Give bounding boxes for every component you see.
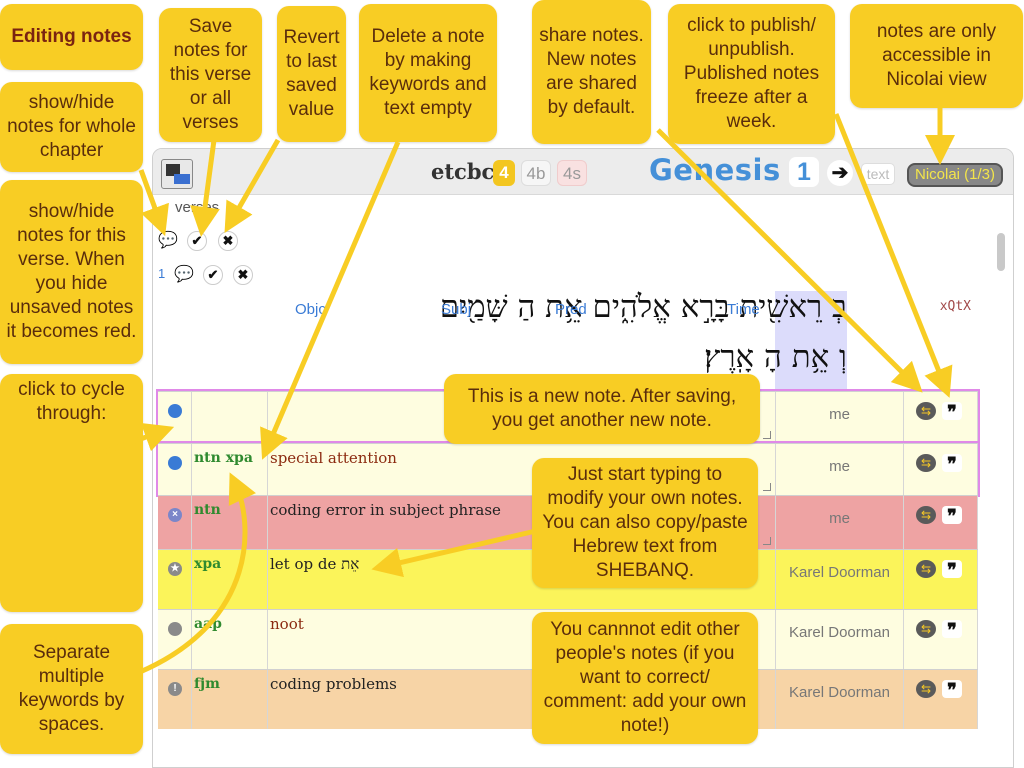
callout-save: Save notes for this verse or all verses: [159, 8, 262, 142]
status-note-icon[interactable]: ★: [168, 562, 182, 576]
callout-start-typing: Just start typing to modify your own not…: [532, 458, 758, 588]
note-keywords[interactable]: ntn: [192, 496, 268, 549]
callout-share: share notes. New notes are shared by def…: [532, 0, 651, 144]
note-status-cell: !: [158, 670, 192, 729]
cat-time: Time: [727, 301, 760, 318]
note-actions: ⇆ ❞: [904, 444, 978, 495]
note-keywords: xpa: [192, 550, 268, 609]
note-user: Karel Doorman: [776, 610, 904, 669]
note-actions: ⇆ ❞: [904, 496, 978, 549]
note-status-cell: [158, 610, 192, 669]
publish-quote-icon[interactable]: ❞: [942, 402, 962, 423]
note-keywords: fjm: [192, 670, 268, 729]
note-text-value: let op de אֵת: [270, 555, 360, 573]
revert-all-button[interactable]: ✖: [218, 231, 238, 251]
scrollbar-thumb[interactable]: [997, 233, 1005, 271]
next-chapter-arrow-icon[interactable]: ➔: [827, 160, 853, 186]
app-logo[interactable]: [161, 159, 193, 189]
app-header: etcbc 4 4b 4s Genesis 1 ➔ text Nicolai (…: [153, 149, 1013, 195]
resize-grip-icon[interactable]: [763, 483, 771, 491]
publish-quote-icon[interactable]: ❞: [942, 620, 962, 641]
chapter-number[interactable]: 1: [789, 157, 819, 187]
publish-quote-icon[interactable]: ❞: [942, 560, 962, 581]
publish-quote-icon[interactable]: ❞: [942, 454, 962, 475]
version-4b-button[interactable]: 4b: [521, 160, 551, 186]
share-icon[interactable]: ⇆: [916, 506, 936, 524]
book-title[interactable]: Genesis: [649, 153, 781, 187]
callout-delete: Delete a note by making keywords and tex…: [359, 4, 497, 142]
callout-title: Editing notes: [0, 4, 143, 70]
note-keywords[interactable]: [192, 392, 268, 443]
callout-nicolai-only: notes are only accessible in Nicolai vie…: [850, 4, 1023, 108]
note-user: me: [776, 392, 904, 443]
verses-label: verses: [175, 199, 220, 216]
nicolai-view-button[interactable]: Nicolai (1/3): [907, 163, 1003, 187]
note-keywords: aap: [192, 610, 268, 669]
status-warning-icon[interactable]: !: [168, 682, 182, 696]
revert-verse-button[interactable]: ✖: [233, 265, 253, 285]
share-icon[interactable]: ⇆: [916, 620, 936, 638]
status-normal-icon[interactable]: [168, 404, 182, 418]
hebrew-verse-line2: וְ אֵ֥ת הָ אָֽרֶץ׃: [704, 339, 847, 375]
resize-grip-icon[interactable]: [763, 431, 771, 439]
verse-notes-toggle-icon[interactable]: 💬: [173, 265, 194, 285]
callout-new-note: This is a new note. After saving, you ge…: [444, 374, 760, 444]
callout-revert: Revert to last saved value: [277, 6, 346, 142]
note-text-value: noot: [270, 615, 304, 633]
callout-verse-toggle: show/hide notes for this verse. When you…: [0, 180, 143, 364]
callout-publish: click to publish/ unpublish. Published n…: [668, 4, 835, 144]
callout-separate-keywords: Separate multiple keywords by spaces.: [0, 624, 143, 754]
note-user: me: [776, 496, 904, 549]
version-4s-button[interactable]: 4s: [557, 160, 587, 186]
note-user: me: [776, 444, 904, 495]
note-user: Karel Doorman: [776, 670, 904, 729]
note-actions: ⇆ ❞: [904, 610, 978, 669]
chapter-notes-toggle-icon[interactable]: 💬: [157, 231, 178, 251]
publish-quote-icon[interactable]: ❞: [942, 506, 962, 527]
save-all-button[interactable]: ✔: [187, 231, 207, 251]
share-icon[interactable]: ⇆: [916, 680, 936, 698]
verse-number: 1: [158, 266, 166, 281]
callout-cycle-text: click to cycle through:: [18, 379, 125, 424]
note-text-value: coding problems: [270, 675, 397, 693]
note-text-value: coding error in subject phrase: [270, 501, 501, 519]
note-status-cell: ×: [158, 496, 192, 549]
clause-type-label: xQtX: [939, 299, 971, 314]
cat-pred: Pred: [555, 301, 587, 318]
note-text-value: special attention: [270, 449, 397, 467]
publish-quote-icon[interactable]: ❞: [942, 680, 962, 701]
share-icon[interactable]: ⇆: [916, 454, 936, 472]
note-status-cell: [158, 444, 192, 495]
cat-objc: Objc: [295, 301, 326, 318]
note-actions: ⇆ ❞: [904, 392, 978, 443]
callout-chapter-toggle: show/hide notes for whole chapter: [0, 82, 143, 172]
callout-cycle: click to cycle through:: [0, 374, 143, 612]
hebrew-verse-line1: בְּ רֵאשִׁ֖ית בָּרָ֣א אֱלֹהִ֑ים אֵ֥ת הַ …: [439, 289, 847, 325]
save-verse-button[interactable]: ✔: [203, 265, 223, 285]
share-icon[interactable]: ⇆: [916, 402, 936, 420]
note-actions: ⇆ ❞: [904, 670, 978, 729]
note-status-cell: [158, 392, 192, 443]
status-normal-icon[interactable]: [168, 622, 182, 636]
share-icon[interactable]: ⇆: [916, 560, 936, 578]
note-status-cell: ★: [158, 550, 192, 609]
note-user: Karel Doorman: [776, 550, 904, 609]
brand-name: etcbc: [431, 159, 495, 184]
version-4-button[interactable]: 4: [493, 160, 515, 186]
status-error-icon[interactable]: ×: [168, 508, 182, 522]
callout-cannot-edit: You cannnot edit other people's notes (i…: [532, 612, 758, 744]
resize-grip-icon[interactable]: [763, 537, 771, 545]
text-view-button[interactable]: text: [861, 163, 895, 185]
cat-subj: Subj: [441, 301, 472, 318]
note-keywords[interactable]: ntn xpa: [192, 444, 268, 495]
status-normal-icon[interactable]: [168, 456, 182, 470]
note-actions: ⇆ ❞: [904, 550, 978, 609]
